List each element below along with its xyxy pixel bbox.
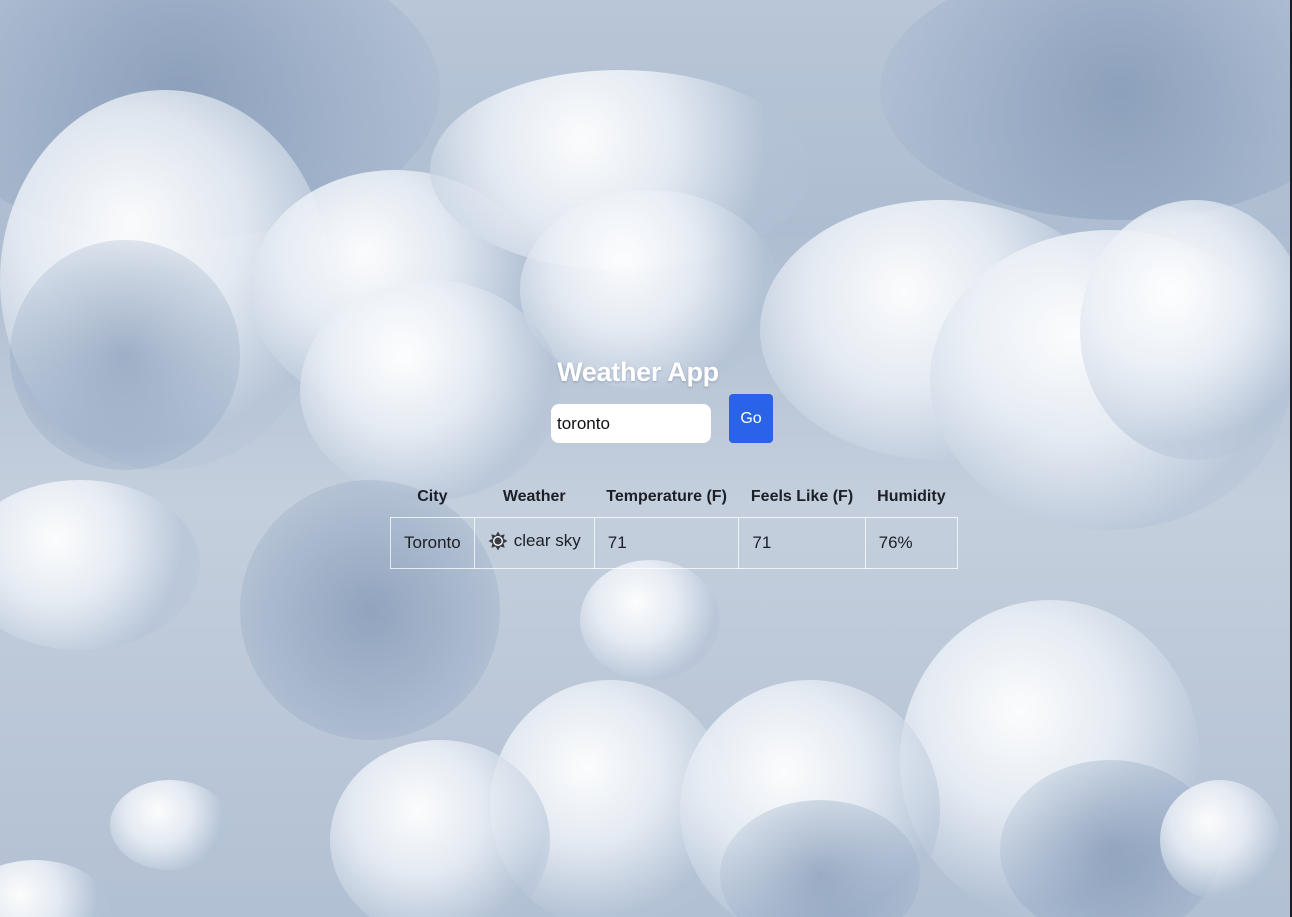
weather-description: clear sky xyxy=(513,530,581,550)
weather-app: Weather App Go City Weather Temperature … xyxy=(0,0,1292,917)
city-search-input[interactable] xyxy=(551,404,711,443)
header-city: City xyxy=(417,488,448,505)
header-weather: Weather xyxy=(502,488,566,505)
weather-table: City Weather Temperature (F) Feels Like … xyxy=(390,477,959,569)
header-humidity: Humidity xyxy=(877,488,946,505)
table-row: Toronto clear sky 71 71 76% xyxy=(390,517,959,569)
cell-city: Toronto xyxy=(390,517,475,569)
cell-feels-like: 71 xyxy=(738,517,866,569)
header-temperature: Temperature (F) xyxy=(606,488,727,505)
cell-weather: clear sky xyxy=(473,517,595,569)
page-title: Weather App xyxy=(557,357,719,387)
header-feels-like: Feels Like (F) xyxy=(750,488,854,505)
cell-temperature: 71 xyxy=(593,517,740,569)
go-button[interactable]: Go xyxy=(729,394,773,443)
sun-icon xyxy=(488,531,508,551)
table-header-row: City Weather Temperature (F) Feels Like … xyxy=(391,477,958,518)
cell-humidity: 76% xyxy=(864,517,959,569)
